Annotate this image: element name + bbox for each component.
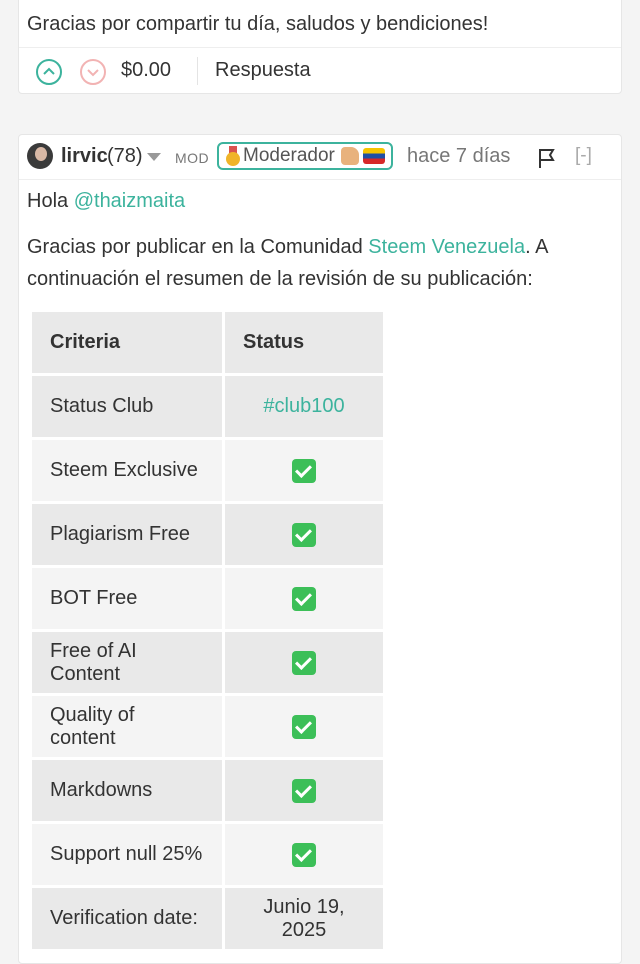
status-cell: [225, 504, 383, 565]
status-cell: [225, 632, 383, 693]
collapse-toggle[interactable]: [-]: [575, 145, 592, 167]
table-row: Verification date: Junio 19, 2025: [32, 888, 383, 949]
mod-label: MOD: [175, 150, 210, 166]
table-row: Support null 25%: [32, 824, 383, 885]
table-row: Markdowns: [32, 760, 383, 821]
badge-label: Moderador: [243, 145, 335, 166]
avatar[interactable]: [27, 143, 53, 169]
greeting-text: Hola: [27, 190, 69, 212]
check-mark-icon: [292, 522, 316, 547]
thumbs-up-icon: [340, 147, 359, 165]
criteria-cell: Steem Exclusive: [32, 440, 222, 501]
user-mention-link[interactable]: @thaizmaita: [74, 190, 185, 212]
reply-button[interactable]: Respuesta: [215, 59, 311, 82]
status-cell: [225, 696, 383, 757]
comment-card-2: lirvic (78) MOD Moderador hace 7 días [-…: [18, 134, 622, 964]
author-name[interactable]: lirvic: [61, 145, 108, 168]
criteria-cell: Verification date:: [32, 888, 222, 949]
check-mark-icon: [292, 650, 316, 675]
criteria-cell: Plagiarism Free: [32, 504, 222, 565]
table-row: Free of AI Content: [32, 632, 383, 693]
upvote-button[interactable]: [36, 59, 62, 85]
payout-value[interactable]: $0.00: [121, 59, 171, 82]
status-cell: [225, 440, 383, 501]
comment-text: Gracias por compartir tu día, saludos y …: [27, 13, 489, 35]
intro-text-before: Gracias por publicar en la Comunidad: [27, 236, 369, 258]
venezuela-flag-icon: [362, 148, 385, 164]
criteria-cell: BOT Free: [32, 568, 222, 629]
check-mark-icon: [292, 778, 316, 803]
review-table-body: Status Club #club100 Steem Exclusive Plagia…: [32, 376, 383, 949]
criteria-cell: Markdowns: [32, 760, 222, 821]
table-row: BOT Free: [32, 568, 383, 629]
intro-paragraph: Gracias por publicar en la Comunidad Ste…: [27, 231, 613, 295]
criteria-cell: Free of AI Content: [32, 632, 222, 693]
status-cell: [225, 568, 383, 629]
check-mark-icon: [292, 458, 316, 483]
check-mark-icon: [292, 842, 316, 867]
criteria-cell: Support null 25%: [32, 824, 222, 885]
chevron-down-icon[interactable]: [147, 153, 161, 161]
downvote-button[interactable]: [80, 59, 106, 85]
column-header-criteria: Criteria: [32, 312, 222, 373]
status-cell: [225, 760, 383, 821]
table-row: Steem Exclusive: [32, 440, 383, 501]
club-tag-link[interactable]: #club100: [263, 395, 344, 417]
chevron-down-icon: [87, 69, 99, 77]
table-row: Plagiarism Free: [32, 504, 383, 565]
timestamp[interactable]: hace 7 días: [407, 145, 510, 168]
check-mark-icon: [292, 714, 316, 739]
vertical-divider: [197, 57, 198, 85]
comment-card-1: Gracias por compartir tu día, saludos y …: [18, 0, 622, 94]
greeting-line: Hola @thaizmaita: [27, 185, 613, 217]
status-cell: Junio 19, 2025: [225, 888, 383, 949]
status-cell: #club100: [225, 376, 383, 437]
role-badge: Moderador: [217, 142, 393, 170]
check-mark-icon: [292, 586, 316, 611]
community-link[interactable]: Steem Venezuela: [368, 236, 525, 258]
flag-icon[interactable]: [537, 147, 557, 169]
medal-icon: [225, 146, 241, 166]
comment-header: lirvic (78) MOD Moderador hace 7 días [-…: [19, 135, 621, 180]
review-table: Criteria Status Status Club #club100 Steem…: [29, 309, 386, 952]
criteria-cell: Status Club: [32, 376, 222, 437]
table-row: Status Club #club100: [32, 376, 383, 437]
comment-body: Hola @thaizmaita Gracias por publicar en…: [27, 185, 613, 295]
column-header-status: Status: [225, 312, 383, 373]
criteria-cell: Quality of content: [32, 696, 222, 757]
table-header-row: Criteria Status: [32, 312, 383, 373]
table-row: Quality of content: [32, 696, 383, 757]
chevron-up-icon: [43, 67, 55, 75]
status-cell: [225, 824, 383, 885]
divider: [19, 47, 621, 48]
author-reputation: (78): [107, 145, 143, 167]
